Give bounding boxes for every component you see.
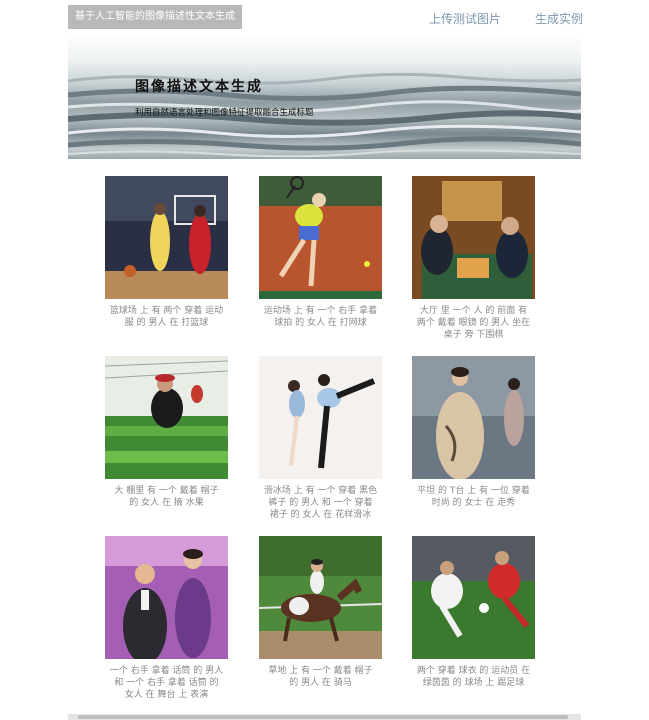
- gallery-card-soccer[interactable]: 两个 穿着 球衣 的 运动员 在 绿茵茵 的 球场 上 踢足球: [412, 536, 535, 689]
- nav-generation-examples[interactable]: 生成实例: [535, 10, 583, 27]
- caption: 大厅 里 一个 人 的 前面 有 两个 戴着 眼镜 的 男人 坐在 桌子 旁 下…: [416, 306, 531, 340]
- photo-fashion-show[interactable]: [412, 356, 535, 479]
- photo-figure-skating[interactable]: [259, 356, 382, 479]
- gallery-card-fashion-show[interactable]: 平坦 的 T台 上 有 一位 穿着 时尚 的 女士 在 走秀: [412, 356, 535, 509]
- caption: 滑冰场 上 有 一个 穿着 黑色 裤子 的 男人 和 一个 穿着 裙子 的 女人…: [263, 486, 378, 520]
- caption: 运动场 上 有 一个 右手 拿着 球拍 的 女人 在 打网球: [263, 306, 378, 328]
- caption: 篮球场 上 有 两个 穿着 运动服 的 男人 在 打篮球: [109, 306, 224, 328]
- gallery-card-greenhouse[interactable]: 大 棚里 有 一个 戴着 帽子 的 女人 在 摘 水果: [105, 356, 228, 509]
- site-title: 基于人工智能的图像描述性文本生成: [68, 5, 242, 29]
- banner-title: 图像描述文本生成: [135, 79, 263, 95]
- photo-stage-show[interactable]: [105, 536, 228, 659]
- photo-horse-riding[interactable]: [259, 536, 382, 659]
- caption: 大 棚里 有 一个 戴着 帽子 的 女人 在 摘 水果: [114, 486, 219, 508]
- photo-basketball[interactable]: [105, 176, 228, 299]
- gallery-card-stage-show[interactable]: 一个 右手 拿着 话筒 的 男人 和 一个 右手 拿着 话筒 的 女人 在 舞台…: [105, 536, 228, 701]
- caption: 平坦 的 T台 上 有 一位 穿着 时尚 的 女士 在 走秀: [417, 486, 530, 508]
- photo-soccer[interactable]: [412, 536, 535, 659]
- photo-tennis[interactable]: [259, 176, 382, 299]
- gallery-card-go-game[interactable]: 大厅 里 一个 人 的 前面 有 两个 戴着 眼镜 的 男人 坐在 桌子 旁 下…: [412, 176, 535, 341]
- caption: 两个 穿着 球衣 的 运动员 在 绿茵茵 的 球场 上 踢足球: [416, 666, 531, 688]
- photo-greenhouse[interactable]: [105, 356, 228, 479]
- caption: 草地 上 有 一个 戴着 帽子 的 男人 在 骑马: [268, 666, 373, 688]
- gallery-card-basketball[interactable]: 篮球场 上 有 两个 穿着 运动服 的 男人 在 打篮球: [105, 176, 228, 329]
- banner-subtitle: 利用自然语言处理和图像特征提取融合生成标题: [135, 108, 314, 118]
- scrollbar-thumb[interactable]: [78, 715, 568, 719]
- gallery-card-tennis[interactable]: 运动场 上 有 一个 右手 拿着 球拍 的 女人 在 打网球: [259, 176, 382, 329]
- horizontal-scrollbar[interactable]: [68, 714, 581, 720]
- hero-banner: 图像描述文本生成 利用自然语言处理和图像特征提取融合生成标题: [68, 33, 581, 159]
- gallery-card-figure-skating[interactable]: 滑冰场 上 有 一个 穿着 黑色 裤子 的 男人 和 一个 穿着 裙子 的 女人…: [259, 356, 382, 521]
- water-waves-image: [68, 72, 581, 158]
- photo-go-game[interactable]: [412, 176, 535, 299]
- caption: 一个 右手 拿着 话筒 的 男人 和 一个 右手 拿着 话筒 的 女人 在 舞台…: [109, 666, 224, 700]
- nav-upload-test-image[interactable]: 上传测试图片: [429, 10, 501, 27]
- gallery-card-horse-riding[interactable]: 草地 上 有 一个 戴着 帽子 的 男人 在 骑马: [259, 536, 382, 689]
